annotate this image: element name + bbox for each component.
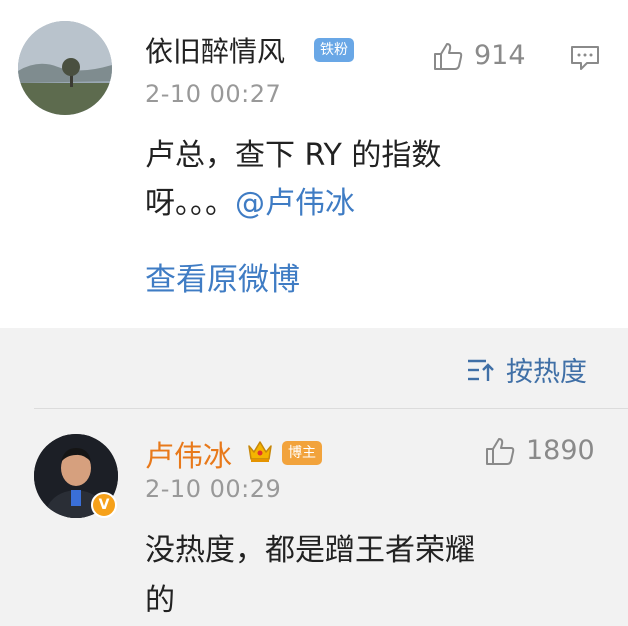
- post-text: 卢总，查下 RY 的指数 呀。。。@卢伟冰: [145, 132, 495, 228]
- crown-icon: [246, 438, 274, 468]
- comment-icon[interactable]: [570, 44, 600, 76]
- view-original-link[interactable]: 查看原微博: [145, 254, 300, 299]
- sort-by-hot-button[interactable]: 按热度: [466, 350, 587, 389]
- fan-badge: 铁粉: [314, 38, 354, 62]
- thumbs-up-icon: [434, 42, 463, 70]
- mention-link[interactable]: @卢伟冰: [235, 186, 355, 221]
- reply-like-count: 1890: [526, 435, 595, 466]
- reply-time: 2-10 00:29: [145, 475, 282, 503]
- user-name[interactable]: 依旧醉情风: [145, 30, 285, 70]
- reply-text: 没热度，都是蹭王者荣耀 的: [145, 526, 565, 626]
- original-post-card: 依旧醉情风 铁粉 2-10 00:27 914 卢总，查下 RY 的指数 呀。。…: [0, 0, 628, 328]
- post-text-line1: 卢总，查下 RY 的指数: [145, 138, 442, 173]
- sort-label: 按热度: [506, 357, 587, 388]
- thumbs-up-icon: [486, 437, 515, 465]
- sort-icon: [468, 359, 494, 381]
- reply-like-button[interactable]: 1890: [484, 435, 595, 466]
- post-text-line2: 呀。。。: [145, 186, 235, 221]
- like-button[interactable]: 914: [432, 40, 526, 71]
- host-badge: 博主: [282, 441, 322, 465]
- reply-text-line1: 没热度，都是蹭王者荣耀: [145, 533, 475, 568]
- verified-icon: V: [91, 492, 117, 518]
- like-count: 914: [474, 40, 526, 71]
- divider: [34, 408, 628, 409]
- reply-text-line2: 的: [145, 583, 175, 618]
- reply-user-name[interactable]: 卢伟冰: [145, 433, 232, 475]
- user-avatar[interactable]: [18, 21, 112, 115]
- post-time: 2-10 00:27: [145, 80, 282, 108]
